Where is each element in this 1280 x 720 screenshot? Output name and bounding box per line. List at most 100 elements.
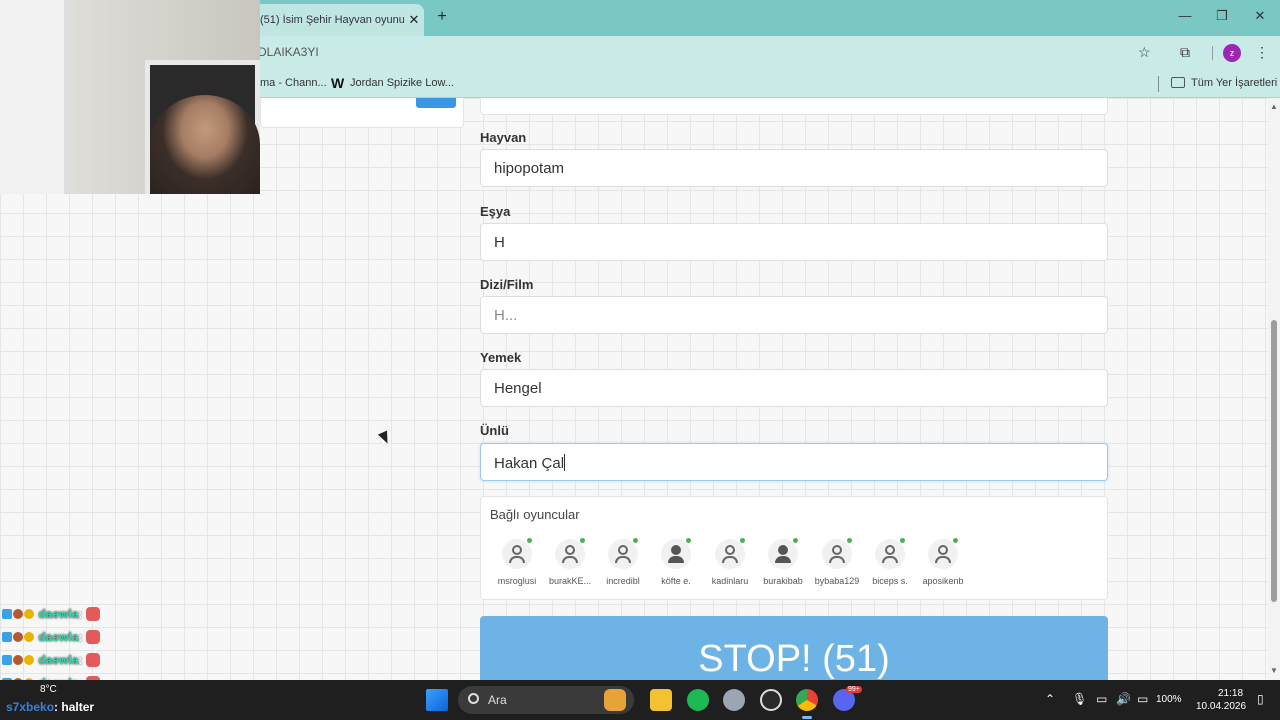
- profile-avatar[interactable]: z: [1223, 44, 1241, 62]
- chat-colon: :: [78, 653, 83, 667]
- badge-icon: [2, 632, 12, 642]
- player-item[interactable]: burakKE...: [542, 538, 598, 586]
- unlu-input-value: Hakan Çal: [494, 455, 565, 472]
- menu-kebab-icon[interactable]: ⋮: [1255, 44, 1269, 61]
- user-icon: [715, 538, 745, 569]
- clock-time[interactable]: 21:18: [1218, 688, 1243, 699]
- chat-bottom-line: s7xbeko: halter: [6, 700, 94, 714]
- minimize-button[interactable]: —: [1175, 8, 1195, 23]
- dizi-film-input[interactable]: H...: [480, 296, 1108, 334]
- esya-input[interactable]: H: [480, 223, 1108, 261]
- chat-username: daewla: [38, 607, 79, 621]
- browser-tab-active[interactable]: (51) İsim Şehir Hayvan oyununa ✕: [252, 4, 424, 36]
- windows-taskbar: Ara 99+ ⌃ 🎙 ▭ 🔊 ▭ 100% 21:18 10.04.2026 …: [0, 680, 1280, 720]
- scroll-up-icon[interactable]: ▲: [1270, 102, 1278, 111]
- obs-icon[interactable]: [760, 689, 782, 711]
- chat-line: daewla:: [2, 630, 101, 648]
- emote-icon: [86, 630, 101, 644]
- discord-badge: 99+: [846, 686, 862, 693]
- chrome-icon[interactable]: [796, 689, 818, 711]
- chat-bottom-message: : halter: [54, 700, 95, 714]
- all-bookmarks-link[interactable]: Tüm Yer İşaretleri: [1191, 77, 1277, 89]
- spotify-icon[interactable]: [687, 689, 709, 711]
- network-icon[interactable]: ▭: [1096, 692, 1107, 706]
- side-card-button[interactable]: [416, 98, 456, 108]
- file-explorer-icon[interactable]: [650, 689, 672, 711]
- player-item[interactable]: bybaba129: [809, 538, 865, 586]
- unlu-input[interactable]: Hakan Çal: [480, 443, 1108, 481]
- scroll-thumb[interactable]: [1271, 320, 1277, 602]
- field-label-yemek: Yemek: [480, 350, 522, 365]
- player-name: incredibl: [606, 576, 640, 586]
- emote-icon: [86, 653, 101, 667]
- search-label: Ara: [488, 693, 507, 707]
- extensions-icon[interactable]: ⧉: [1180, 44, 1190, 61]
- user-icon: [875, 538, 905, 569]
- player-item[interactable]: kadinlaru: [702, 538, 758, 586]
- player-item[interactable]: burakibab: [755, 538, 811, 586]
- scroll-down-icon[interactable]: ▼: [1270, 666, 1278, 675]
- webcam-person: [150, 95, 260, 194]
- maximize-button[interactable]: ❐: [1212, 8, 1232, 24]
- search-icon: [468, 693, 479, 704]
- volume-icon[interactable]: 🔊: [1116, 692, 1131, 706]
- chat-colon: :: [78, 607, 83, 621]
- tab-close-icon[interactable]: ✕: [404, 12, 424, 28]
- url-text[interactable]: DLAIKA3YI: [258, 45, 319, 59]
- field-label-dizi-film: Dizi/Film: [480, 277, 534, 292]
- page-scrollbar[interactable]: ▲ ▼: [1268, 98, 1280, 680]
- user-icon: [502, 538, 532, 569]
- webcam-window: [0, 0, 70, 194]
- player-name: msroglusi: [497, 576, 537, 586]
- badge-icon: [24, 632, 34, 642]
- notification-icon[interactable]: ▯: [1257, 692, 1264, 706]
- weather-temp: 8°C: [40, 684, 57, 695]
- player-item[interactable]: incredibl: [595, 538, 651, 586]
- bookmark-item[interactable]: Jordan Spizike Low...: [350, 77, 454, 89]
- yemek-input[interactable]: Hengel: [480, 369, 1108, 407]
- hayvan-input[interactable]: hipopotam: [480, 149, 1108, 187]
- field-label-hayvan: Hayvan: [480, 130, 527, 145]
- player-name: bybaba129: [814, 576, 860, 586]
- field-label-unlu: Ünlü: [480, 423, 509, 438]
- online-dot-icon: [793, 538, 798, 543]
- user-icon: [608, 538, 638, 569]
- online-dot-icon: [740, 538, 745, 543]
- battery-icon[interactable]: ▭: [1137, 692, 1148, 706]
- field-label-esya: Eşya: [480, 204, 511, 219]
- player-item[interactable]: msroglusi: [489, 538, 545, 586]
- chat-bottom-user: s7xbeko: [6, 700, 55, 714]
- badge-icon: [13, 632, 23, 642]
- chat-username: daewla: [38, 630, 79, 644]
- badge-icon: [13, 655, 23, 665]
- widget-icon[interactable]: [604, 689, 626, 711]
- clock-date[interactable]: 10.04.2026: [1196, 701, 1246, 712]
- player-name: kadinlaru: [711, 576, 749, 586]
- bookmark-star-icon[interactable]: ☆: [1138, 44, 1151, 61]
- chat-line: daewla:: [2, 607, 101, 625]
- microphone-icon[interactable]: 🎙: [1072, 692, 1087, 706]
- previous-field[interactable]: [480, 98, 1108, 115]
- chat-line: daewla:: [2, 653, 101, 671]
- bookmark-item[interactable]: ma - Chann...: [260, 77, 327, 89]
- badge-icon: [24, 655, 34, 665]
- player-name: biceps s.: [872, 576, 908, 586]
- badge-icon: [24, 609, 34, 619]
- toolbar-divider: [1212, 46, 1213, 60]
- badge-icon: [13, 609, 23, 619]
- player-item[interactable]: aposikenb: [915, 538, 971, 586]
- stop-button[interactable]: STOP! (51): [480, 616, 1108, 680]
- new-tab-button[interactable]: +: [432, 8, 452, 26]
- start-icon[interactable]: [426, 689, 448, 711]
- settings-gear-icon[interactable]: [723, 689, 745, 711]
- online-dot-icon: [633, 538, 638, 543]
- online-dot-icon: [953, 538, 958, 543]
- bookmark-divider: [1158, 76, 1159, 92]
- window-close-button[interactable]: ✕: [1250, 8, 1270, 24]
- player-item[interactable]: biceps s.: [862, 538, 918, 586]
- player-item[interactable]: köfte e.: [648, 538, 704, 586]
- chevron-up-icon[interactable]: ⌃: [1045, 692, 1055, 706]
- player-name: aposikenb: [922, 576, 964, 586]
- online-dot-icon: [686, 538, 691, 543]
- mouse-cursor-icon: [377, 430, 393, 446]
